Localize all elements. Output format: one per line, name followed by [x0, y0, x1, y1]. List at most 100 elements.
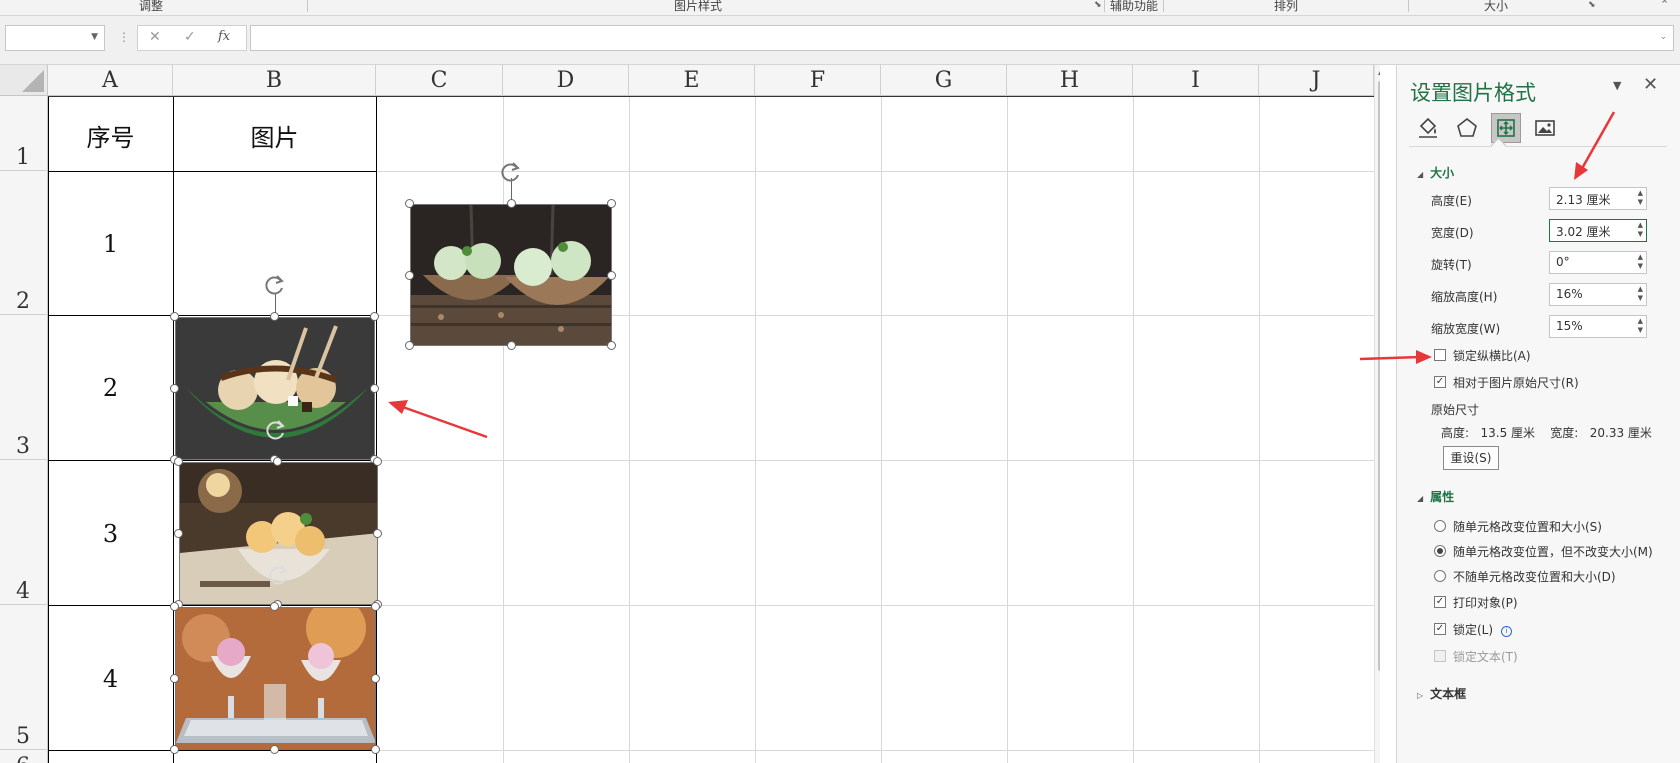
name-box[interactable]: ▼ — [5, 25, 105, 51]
formula-input[interactable]: ⌄ — [250, 25, 1674, 51]
resize-handle-bottom-right[interactable] — [371, 745, 380, 754]
rotate-handle-icon[interactable] — [263, 273, 287, 297]
resize-handle-top-right[interactable] — [371, 602, 380, 611]
relative-original-label[interactable]: 相对于图片原始尺寸(R) — [1453, 374, 1579, 391]
resize-handle-bottom[interactable] — [507, 341, 516, 350]
section-textbox[interactable]: ▷ 文本框 — [1417, 685, 1466, 702]
width-input[interactable]: 3.02 厘米 ▲ ▼ — [1549, 219, 1647, 242]
scroll-up-icon[interactable]: ▲ — [1378, 67, 1380, 76]
spinner-icon[interactable]: ▲ ▼ — [1638, 221, 1643, 239]
cell-a4[interactable]: 3 — [48, 520, 173, 548]
print-object-label[interactable]: 打印对象(P) — [1453, 594, 1518, 611]
ribbon-collapse-icon[interactable]: ⌃ — [1660, 0, 1669, 11]
chevron-down-icon[interactable]: ▼ — [91, 32, 98, 42]
resize-handle-right[interactable] — [370, 384, 379, 393]
close-icon[interactable]: ✕ — [1643, 74, 1658, 95]
resize-handle-top[interactable] — [270, 602, 279, 611]
cell-a2[interactable]: 1 — [48, 230, 173, 258]
resize-handle-bottom-left[interactable] — [405, 341, 414, 350]
radio-move-no-size-label[interactable]: 随单元格改变位置，但不改变大小(M) — [1453, 543, 1653, 560]
locked-checkbox[interactable]: ✓ — [1434, 623, 1446, 635]
row-header-2[interactable]: 2 — [0, 171, 48, 315]
resize-handle-left[interactable] — [170, 384, 179, 393]
row-header-4[interactable]: 4 — [0, 460, 48, 605]
spinner-icon[interactable]: ▲ ▼ — [1638, 189, 1643, 207]
rotate-handle-icon[interactable] — [499, 160, 523, 184]
picture-ice-cream-scoops-bowl[interactable] — [174, 457, 382, 609]
lock-aspect-label[interactable]: 锁定纵横比(A) — [1453, 347, 1531, 364]
column-header-e[interactable]: E — [629, 65, 755, 96]
resize-handle-top[interactable] — [507, 199, 516, 208]
resize-handle-top-right[interactable] — [370, 312, 379, 321]
resize-handle-right[interactable] — [373, 529, 382, 538]
rotate-handle-icon[interactable] — [267, 563, 291, 587]
resize-handle-top[interactable] — [273, 457, 282, 466]
column-header-h[interactable]: H — [1007, 65, 1133, 96]
spinner-icon[interactable]: ▲ ▼ — [1638, 317, 1643, 335]
cancel-icon[interactable]: ✕ — [149, 29, 161, 45]
radio-move-and-size[interactable] — [1434, 520, 1446, 532]
resize-handle-left[interactable] — [405, 271, 414, 280]
row-header-1[interactable]: 1 — [0, 96, 48, 171]
tab-size-properties[interactable] — [1491, 113, 1521, 143]
locked-label-row[interactable]: 锁定(L) i — [1453, 621, 1513, 638]
tab-effects[interactable] — [1452, 113, 1482, 143]
row-header-6[interactable]: 6 — [0, 750, 48, 763]
resize-handle-right[interactable] — [371, 674, 380, 683]
radio-move-no-size[interactable] — [1434, 545, 1446, 557]
cell-b1[interactable]: 图片 — [173, 118, 376, 153]
expand-formula-icon[interactable]: ⌄ — [1659, 32, 1667, 42]
column-header-g[interactable]: G — [881, 65, 1007, 96]
column-header-a[interactable]: A — [48, 65, 173, 96]
height-input[interactable]: 2.13 厘米 ▲ ▼ — [1549, 187, 1647, 210]
pane-options-icon[interactable]: ▼ — [1613, 79, 1621, 92]
resize-handle-top-left[interactable] — [170, 312, 179, 321]
section-size[interactable]: ◢ 大小 — [1417, 164, 1454, 181]
row-header-5[interactable]: 5 — [0, 605, 48, 750]
worksheet-grid[interactable]: A B C D E F G H I J 1 2 3 4 5 6 序号 图片 1 … — [0, 65, 1380, 763]
column-header-d[interactable]: D — [503, 65, 629, 96]
ribbon-launcher-icon[interactable]: ⬊ — [1588, 0, 1596, 10]
column-header-b[interactable]: B — [173, 65, 376, 96]
rotate-handle-icon[interactable] — [264, 418, 288, 442]
radio-dont-move-or-size[interactable] — [1434, 570, 1446, 582]
select-all-corner[interactable] — [0, 65, 48, 96]
resize-handle-top-left[interactable] — [170, 602, 179, 611]
info-icon[interactable]: i — [1501, 626, 1513, 637]
resize-handle-right[interactable] — [607, 271, 616, 280]
ribbon-launcher-icon[interactable]: ⬊ — [1094, 0, 1102, 10]
cell-a1[interactable]: 序号 — [48, 118, 173, 153]
resize-handle-bottom[interactable] — [270, 745, 279, 754]
picture-ice-cream-green-bowls[interactable] — [405, 162, 616, 350]
scale-height-input[interactable]: 16% ▲ ▼ — [1549, 283, 1647, 306]
resize-handle-top-left[interactable] — [174, 457, 183, 466]
enter-icon[interactable]: ✓ — [184, 29, 196, 45]
resize-handle-top-left[interactable] — [405, 199, 414, 208]
print-object-checkbox[interactable]: ✓ — [1434, 596, 1446, 608]
cell-a5[interactable]: 4 — [48, 665, 173, 693]
picture-ice-cream-sundae-tray[interactable] — [170, 602, 380, 754]
resize-handle-top-right[interactable] — [607, 199, 616, 208]
picture-ice-cream-glass-bowl[interactable] — [170, 275, 379, 464]
scale-width-input[interactable]: 15% ▲ ▼ — [1549, 315, 1647, 338]
resize-handle-left[interactable] — [174, 529, 183, 538]
rotation-input[interactable]: 0° ▲ ▼ — [1549, 251, 1647, 274]
lock-aspect-checkbox[interactable] — [1434, 349, 1446, 361]
column-header-j[interactable]: J — [1259, 65, 1374, 96]
tab-picture[interactable] — [1530, 113, 1560, 143]
row-header-3[interactable]: 3 — [0, 315, 48, 460]
spinner-icon[interactable]: ▲ ▼ — [1638, 253, 1643, 271]
radio-move-and-size-label[interactable]: 随单元格改变位置和大小(S) — [1453, 518, 1602, 535]
column-header-c[interactable]: C — [376, 65, 503, 96]
spinner-icon[interactable]: ▲ ▼ — [1638, 285, 1643, 303]
column-header-f[interactable]: F — [755, 65, 881, 96]
resize-handle-top[interactable] — [270, 312, 279, 321]
scrollbar-thumb[interactable] — [1378, 81, 1380, 671]
insert-function-icon[interactable]: fx — [218, 29, 230, 44]
tab-fill-line[interactable] — [1413, 113, 1443, 143]
radio-dont-move-or-size-label[interactable]: 不随单元格改变位置和大小(D) — [1453, 568, 1616, 585]
resize-handle-top-right[interactable] — [373, 457, 382, 466]
section-properties[interactable]: ◢ 属性 — [1417, 488, 1454, 505]
resize-handle-left[interactable] — [170, 674, 179, 683]
resize-handle-bottom-left[interactable] — [170, 745, 179, 754]
